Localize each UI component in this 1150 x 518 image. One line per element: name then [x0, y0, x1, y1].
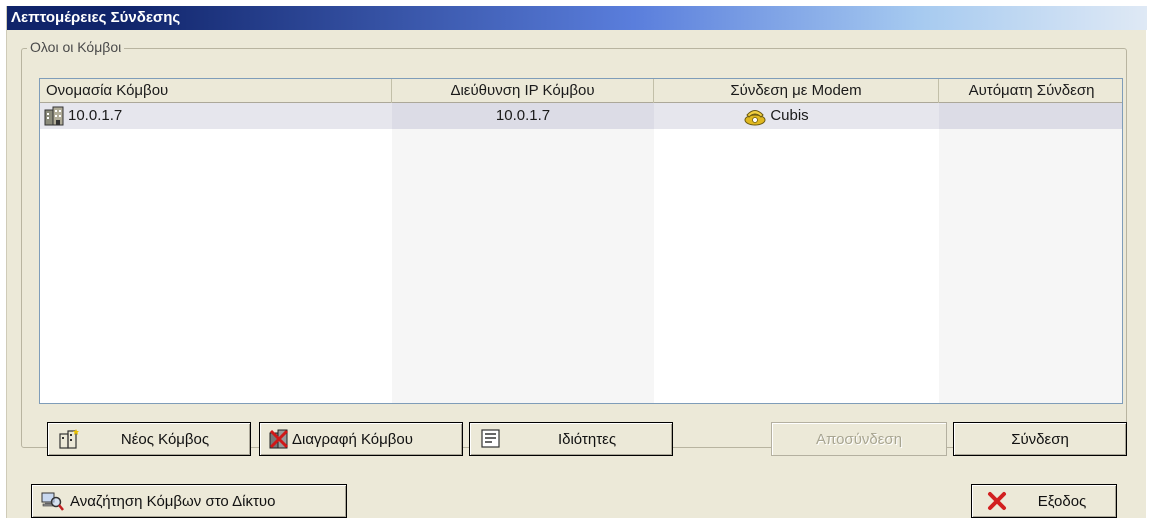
- new-node-button[interactable]: Νέος Κόμβος: [47, 422, 251, 456]
- search-network-label: Αναζήτηση Κόμβων στο Δίκτυο: [70, 492, 276, 510]
- column-stripe: [392, 103, 654, 403]
- delete-node-label: Διαγραφή Κόμβου: [292, 430, 413, 448]
- column-header-modem[interactable]: Σύνδεση με Modem: [654, 79, 939, 103]
- modem-name-text: Cubis: [770, 107, 809, 124]
- disconnect-button[interactable]: Αποσύνδεση: [771, 422, 947, 456]
- exit-button[interactable]: Εξοδος: [971, 484, 1117, 518]
- close-icon: [986, 490, 1008, 512]
- delete-building-icon: [268, 428, 290, 450]
- new-node-label: Νέος Κόμβος: [120, 430, 210, 448]
- phone-icon: [744, 106, 766, 126]
- group-legend: Ολοι οι Κόμβοι: [27, 39, 125, 55]
- new-building-icon: [58, 428, 80, 450]
- cell-modem: Cubis: [654, 103, 939, 129]
- exit-label: Εξοδος: [1037, 492, 1087, 510]
- table-row[interactable]: 10.0.1.7 10.0.1.7 Cubis: [40, 103, 1122, 129]
- nodes-list[interactable]: Ονομασία Κόμβου Διεύθυνση IP Κόμβου Σύνδ…: [39, 78, 1123, 404]
- window-title: Λεπτομέρειες Σύνδεσης: [7, 6, 1147, 30]
- properties-button[interactable]: Ιδιότητες: [469, 422, 673, 456]
- delete-node-button[interactable]: Διαγραφή Κόμβου: [259, 422, 463, 456]
- connection-details-window: Λεπτομέρειες Σύνδεσης Ολοι οι Κόμβοι Ονο…: [6, 6, 1147, 518]
- properties-icon: [480, 428, 502, 450]
- search-network-button[interactable]: Αναζήτηση Κόμβων στο Δίκτυο: [31, 484, 347, 518]
- connect-button[interactable]: Σύνδεση: [953, 422, 1127, 456]
- cell-node-name: 10.0.1.7: [40, 103, 392, 129]
- building-icon: [44, 106, 64, 126]
- column-header-auto-connect[interactable]: Αυτόματη Σύνδεση: [939, 79, 1122, 103]
- cell-auto-connect: [939, 103, 1122, 129]
- column-stripe: [939, 103, 1122, 403]
- node-name-text: 10.0.1.7: [68, 107, 123, 124]
- list-header: Ονομασία Κόμβου Διεύθυνση IP Κόμβου Σύνδ…: [40, 79, 1122, 103]
- list-body: 10.0.1.7 10.0.1.7 Cubis: [40, 103, 1122, 403]
- cell-ip-address: 10.0.1.7: [392, 103, 654, 129]
- properties-label: Ιδιότητες: [557, 430, 617, 448]
- network-search-icon: [40, 490, 64, 512]
- disconnect-label: Αποσύνδεση: [815, 430, 903, 448]
- column-header-node-name[interactable]: Ονομασία Κόμβου: [40, 79, 392, 103]
- column-header-ip-address[interactable]: Διεύθυνση IP Κόμβου: [392, 79, 654, 103]
- ip-address-text: 10.0.1.7: [495, 107, 551, 124]
- connect-label: Σύνδεση: [1011, 430, 1069, 448]
